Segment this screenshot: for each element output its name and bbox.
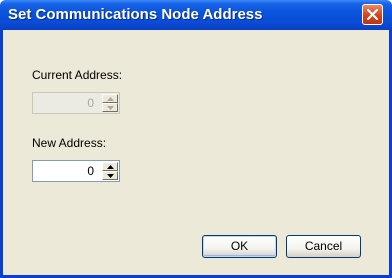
current-address-stepper: 0 [32, 92, 120, 114]
title-bar[interactable]: Set Communications Node Address [0, 0, 392, 30]
arrow-up-icon [107, 165, 114, 169]
dialog-window: Set Communications Node Address Current … [0, 0, 392, 278]
current-address-label: Current Address: [32, 68, 123, 82]
current-address-spin-buttons [102, 94, 118, 112]
new-address-stepper[interactable]: 0 [32, 160, 120, 182]
close-icon [367, 9, 378, 20]
new-address-value[interactable]: 0 [87, 164, 94, 178]
dialog-body: Current Address: 0 New Address: 0 OK Can… [3, 30, 389, 275]
new-address-up-button[interactable] [102, 162, 118, 171]
close-button[interactable] [362, 4, 383, 25]
ok-button[interactable]: OK [202, 235, 277, 258]
new-address-spin-buttons [102, 162, 118, 180]
arrow-down-icon [107, 174, 114, 178]
current-address-down-button [102, 103, 118, 112]
dialog-title: Set Communications Node Address [8, 6, 263, 23]
new-address-down-button[interactable] [102, 171, 118, 180]
new-address-label: New Address: [32, 136, 107, 150]
arrow-up-icon [107, 97, 114, 101]
cancel-button[interactable]: Cancel [286, 235, 361, 258]
arrow-down-icon [107, 106, 114, 110]
current-address-value: 0 [87, 96, 94, 110]
current-address-up-button [102, 94, 118, 103]
